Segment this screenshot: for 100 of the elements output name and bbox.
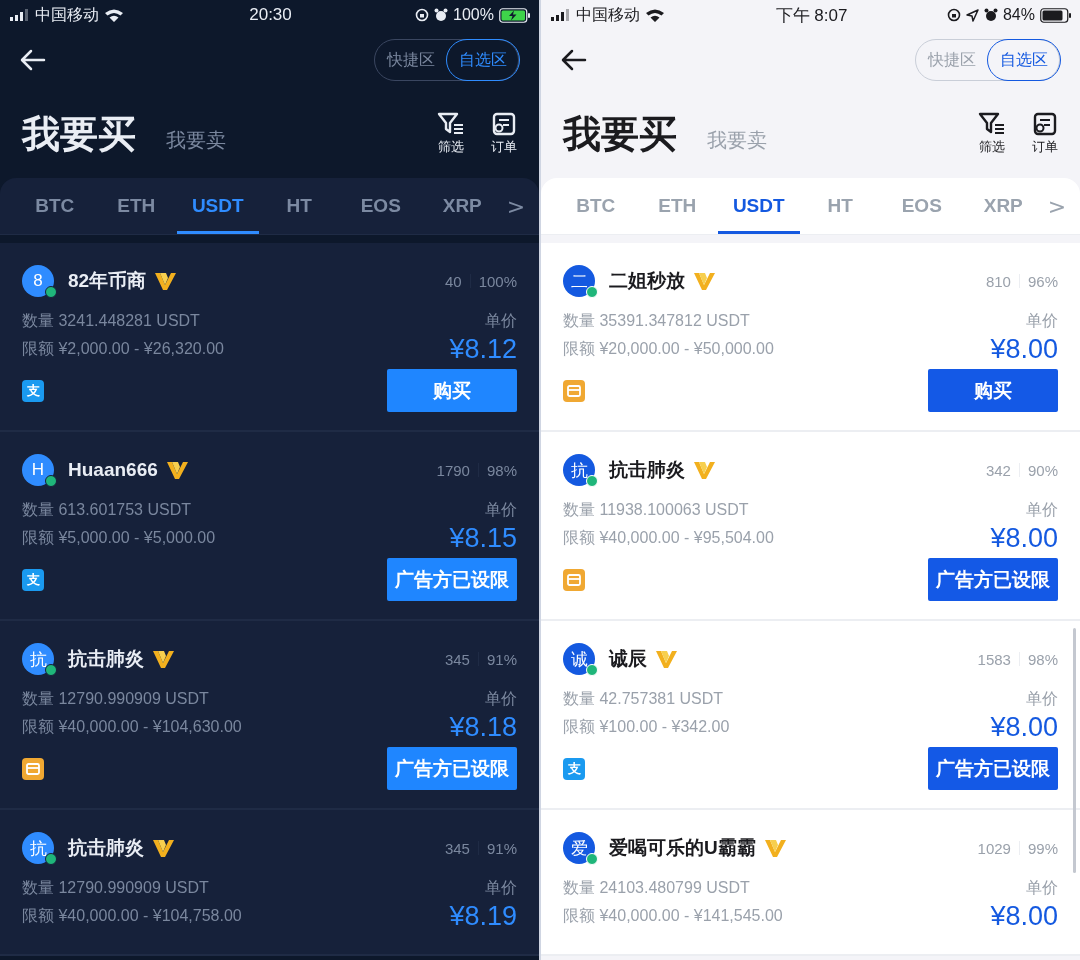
unit-price: ¥8.15 — [449, 523, 517, 554]
offer-card[interactable]: 爱 爱喝可乐的U霸霸 1029 99% 数量 24103.480799 USDT 单价 限额 ¥40,000.00 - ¥141,545.00 ¥8.00 — [541, 810, 1080, 956]
merchant-name: Huaan666 — [68, 459, 158, 481]
unit-price-label: 单价 — [485, 689, 517, 709]
unit-price-label: 单价 — [485, 878, 517, 898]
vip-badge-icon — [152, 649, 176, 669]
coin-tab[interactable]: HT — [258, 178, 340, 234]
offer-card[interactable]: H Huaan666 1790 98% 数量 613.601753 USDT 单价 限额 ¥5,000.00 - ¥5,000.00 ¥8.15 支 广告方已设限 — [0, 432, 539, 621]
quantity-text: 数量 35391.347812 USDT — [563, 311, 750, 331]
completion-rate: 98% — [1027, 650, 1058, 668]
buy-button[interactable]: 广告方已设限 — [387, 558, 517, 601]
trade-mode-tab[interactable]: 我要买 — [22, 108, 136, 160]
filter-icon — [437, 112, 465, 136]
offer-card[interactable]: 诚 诚辰 1583 98% 数量 42.757381 USDT 单价 限额 ¥100.00 - ¥342.00 ¥8.00 支 广告方已设限 — [541, 621, 1080, 810]
completion-rate: 99% — [1027, 839, 1058, 857]
vip-badge-icon — [763, 838, 788, 858]
battery-percent: 84% — [1002, 6, 1035, 24]
unit-price-label: 单价 — [1026, 311, 1058, 331]
back-arrow-icon[interactable] — [561, 49, 587, 71]
zone-tab[interactable]: 快捷区 — [375, 39, 447, 81]
limit-text: 限额 ¥40,000.00 - ¥95,504.00 — [563, 528, 774, 548]
trade-count: 1583 — [977, 650, 1011, 668]
vip-badge-icon — [693, 271, 717, 291]
buy-button[interactable]: 广告方已设限 — [928, 747, 1058, 790]
quantity-text: 数量 613.601753 USDT — [22, 500, 191, 520]
avatar: 抗 — [22, 832, 54, 864]
more-tabs-chevron[interactable]: > — [503, 193, 529, 219]
unit-price: ¥8.00 — [990, 712, 1058, 743]
buy-button[interactable]: 购买 — [387, 369, 517, 412]
merchant-name: 二姐秒放 — [609, 269, 685, 293]
bank-card-icon — [563, 568, 585, 591]
clock-time: 20:30 — [249, 5, 292, 25]
merchant-name: 抗击肺炎 — [68, 647, 144, 671]
signal-icon — [10, 9, 30, 21]
completion-rate: 96% — [1027, 272, 1058, 290]
filter-button[interactable]: 筛选 — [437, 112, 465, 156]
buy-button[interactable]: 广告方已设限 — [387, 747, 517, 790]
alipay-icon: 支 — [563, 757, 585, 780]
buy-button[interactable]: 广告方已设限 — [928, 558, 1058, 601]
trade-count: 342 — [985, 461, 1011, 479]
unit-price: ¥8.00 — [990, 334, 1058, 365]
avatar: 爱 — [563, 832, 595, 864]
offer-card[interactable]: 8 82年币商 40 100% 数量 3241.448281 USDT 单价 限额 ¥2,000.00 - ¥26,320.00 ¥8.12 支 购买 — [0, 243, 539, 432]
alarm-icon — [983, 8, 998, 22]
orders-button[interactable]: 订单 — [1032, 112, 1058, 156]
vip-badge-icon — [152, 838, 176, 858]
coin-tab[interactable]: USDT — [718, 178, 800, 234]
signal-icon — [551, 9, 571, 21]
coin-tab[interactable]: USDT — [177, 178, 259, 234]
alipay-icon: 支 — [22, 568, 44, 591]
vip-badge-icon — [693, 460, 717, 480]
merchant-name: 抗击肺炎 — [609, 458, 685, 482]
limit-text: 限额 ¥40,000.00 - ¥104,758.00 — [22, 906, 242, 926]
coin-tab[interactable]: BTC — [14, 178, 96, 234]
trade-count: 345 — [444, 839, 470, 857]
orders-button[interactable]: 订单 — [491, 112, 517, 156]
rotation-lock-icon — [415, 8, 430, 22]
offer-card[interactable]: 二 二姐秒放 810 96% 数量 35391.347812 USDT 单价 限额 ¥20,000.00 - ¥50,000.00 ¥8.00 购买 — [541, 243, 1080, 432]
unit-price-label: 单价 — [485, 311, 517, 331]
avatar: 抗 — [563, 454, 595, 486]
limit-text: 限额 ¥40,000.00 - ¥141,545.00 — [563, 906, 783, 926]
unit-price-label: 单价 — [1026, 689, 1058, 709]
offer-card[interactable]: 抗 抗击肺炎 342 90% 数量 11938.100063 USDT 单价 限额 ¥40,000.00 - ¥95,504.00 ¥8.00 广告方已设限 — [541, 432, 1080, 621]
receipt-icon — [1032, 112, 1058, 136]
alarm-icon — [434, 8, 449, 22]
completion-rate: 91% — [486, 650, 517, 668]
buy-button[interactable]: 购买 — [928, 369, 1058, 412]
wifi-icon — [645, 8, 665, 22]
avatar: 诚 — [563, 643, 595, 675]
trade-mode-tab[interactable]: 我要买 — [563, 108, 677, 160]
completion-rate: 100% — [478, 272, 517, 290]
trade-count: 810 — [985, 272, 1011, 290]
rotation-lock-icon — [946, 8, 961, 22]
trade-count: 40 — [444, 272, 462, 290]
offer-card[interactable]: 抗 抗击肺炎 345 91% 数量 12790.990909 USDT 单价 限额 ¥40,000.00 - ¥104,630.00 ¥8.18 广告方已设限 — [0, 621, 539, 810]
coin-tab[interactable]: ETH — [95, 178, 177, 234]
unit-price: ¥8.19 — [449, 901, 517, 932]
vip-badge-icon — [154, 271, 179, 291]
unit-price: ¥8.00 — [990, 901, 1058, 932]
limit-text: 限额 ¥20,000.00 - ¥50,000.00 — [563, 339, 774, 359]
carrier-name: 中国移动 — [576, 4, 640, 25]
unit-price: ¥8.00 — [990, 523, 1058, 554]
location-arrow-icon — [965, 8, 979, 22]
clock-time: 下午 8:07 — [775, 4, 848, 27]
merchant-name: 诚辰 — [609, 647, 647, 671]
limit-text: 限额 ¥5,000.00 - ¥5,000.00 — [22, 528, 216, 548]
trade-mode-tab[interactable]: 我要卖 — [166, 126, 226, 154]
coin-tab[interactable]: EOS — [340, 178, 422, 234]
bank-card-icon — [22, 757, 44, 780]
merchant-name: 82年币商 — [68, 269, 147, 293]
wifi-icon — [104, 8, 124, 22]
quantity-text: 数量 11938.100063 USDT — [563, 500, 749, 520]
coin-tab[interactable]: XRP — [421, 178, 503, 234]
filter-icon — [978, 112, 1006, 136]
quantity-text: 数量 12790.990909 USDT — [22, 878, 209, 898]
quantity-text: 数量 3241.448281 USDT — [22, 311, 200, 331]
limit-text: 限额 ¥100.00 - ¥342.00 — [563, 717, 730, 737]
battery-percent: 100% — [453, 6, 494, 24]
unit-price-label: 单价 — [485, 500, 517, 520]
filter-button[interactable]: 筛选 — [978, 112, 1006, 156]
